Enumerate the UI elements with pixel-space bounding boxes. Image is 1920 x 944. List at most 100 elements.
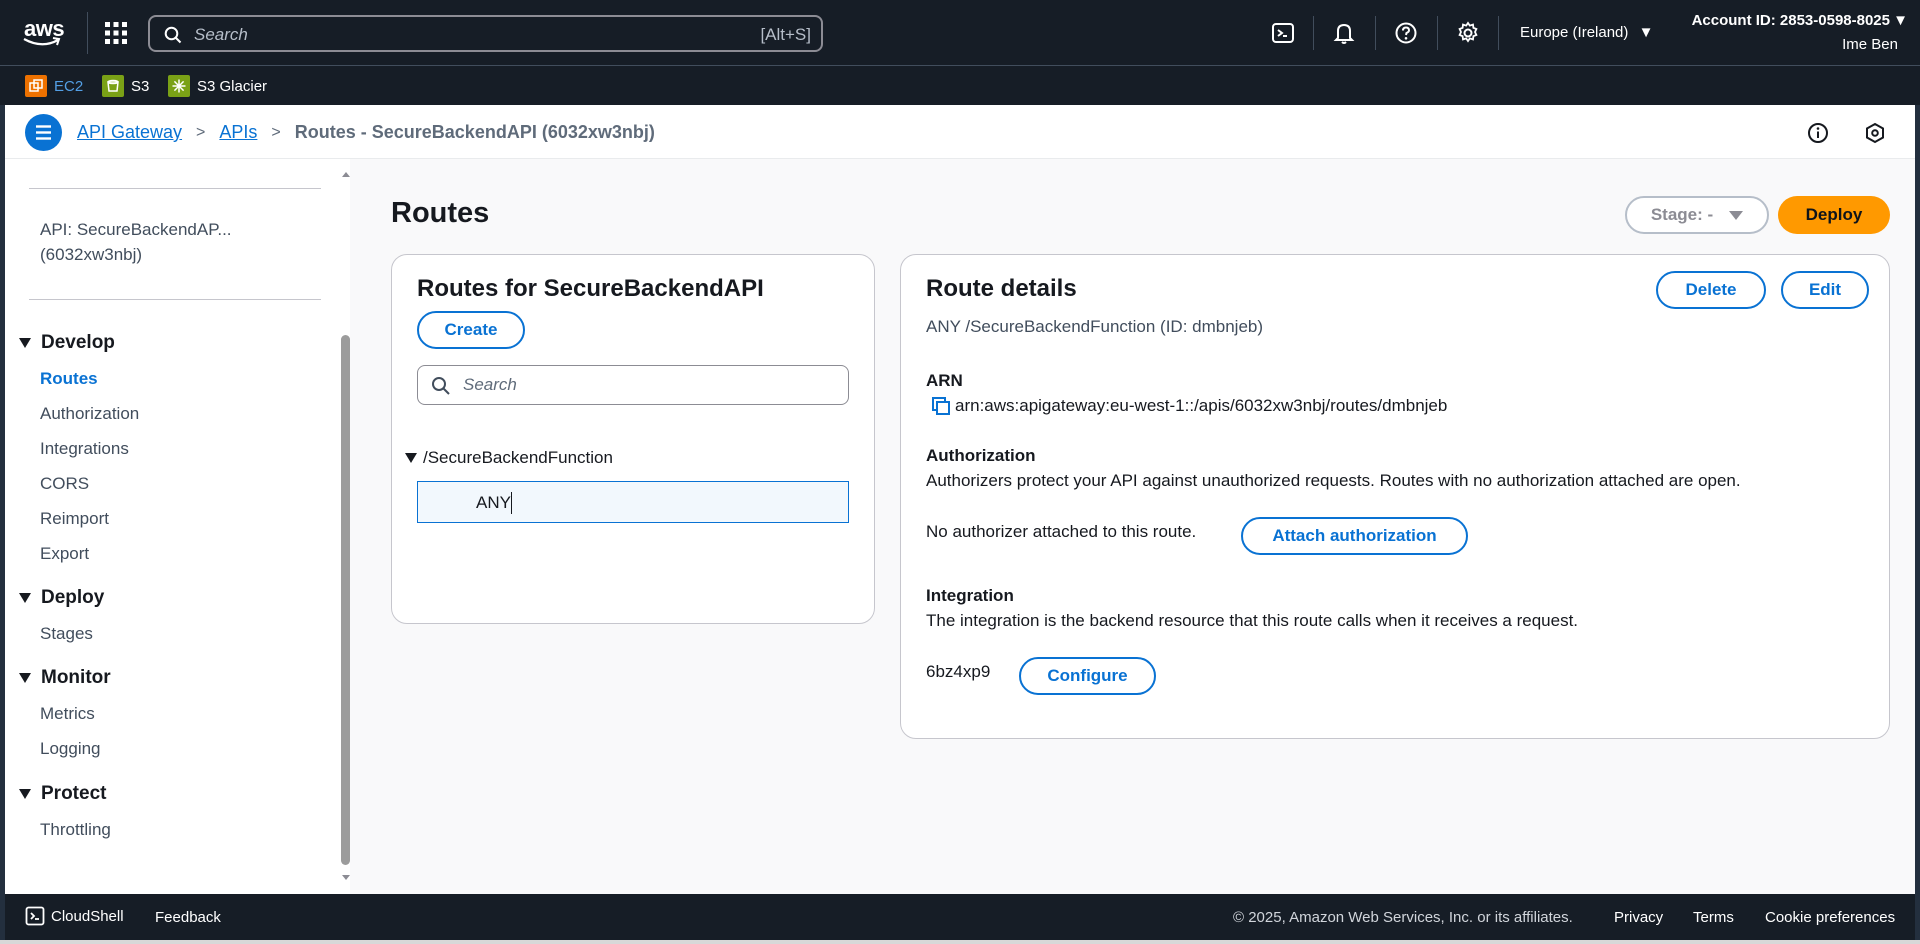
caret-down-icon [19, 789, 31, 799]
side-navigation: API: SecureBackendAP... (6032xw3nbj) Dev… [5, 159, 350, 894]
authorization-status: No authorizer attached to this route. [926, 522, 1197, 541]
ec2-icon [25, 75, 47, 97]
divider [1375, 16, 1376, 50]
services-menu-icon[interactable] [104, 21, 128, 45]
configure-button[interactable]: Configure [1019, 657, 1156, 695]
breadcrumb-api-gateway[interactable]: API Gateway [77, 122, 182, 143]
sidebar-item-authorization[interactable]: Authorization [40, 404, 139, 424]
chevron-down-icon: ▼ [1638, 24, 1654, 41]
section-title: Develop [41, 332, 115, 353]
breadcrumb-apis[interactable]: APIs [219, 122, 257, 143]
info-icon[interactable] [1807, 122, 1829, 144]
sidebar-item-stages[interactable]: Stages [40, 624, 93, 644]
sidebar-item-metrics[interactable]: Metrics [40, 704, 95, 724]
cloudshell-icon [25, 906, 45, 926]
divider [1313, 16, 1314, 50]
s3-icon [102, 75, 124, 97]
bell-icon[interactable] [1332, 21, 1356, 45]
arn-label: ARN [926, 371, 963, 390]
sidebar-item-integrations[interactable]: Integrations [40, 439, 129, 459]
favorites-bar: EC2 S3 S3 Glacier [0, 65, 1920, 105]
copy-icon[interactable] [931, 396, 951, 416]
routes-search-input[interactable]: Search [417, 365, 849, 405]
cloudshell-label: CloudShell [51, 907, 124, 925]
breadcrumb: API Gateway > APIs > Routes - SecureBack… [77, 122, 655, 143]
cloudshell-icon[interactable] [1271, 21, 1295, 45]
global-search-input[interactable]: Search [Alt+S] [148, 15, 823, 52]
chevron-right-icon: > [196, 123, 206, 141]
api-name-line: API: SecureBackendAP... [40, 220, 232, 239]
divider [29, 188, 321, 189]
authorization-description: Authorizers protect your API against una… [926, 471, 1741, 490]
route-summary: ANY /SecureBackendFunction (ID: dmbnjeb) [926, 317, 1264, 336]
footer: CloudShell Feedback © 2025, Amazon Web S… [5, 894, 1915, 940]
favorite-ec2[interactable]: EC2 [25, 75, 83, 97]
edit-button[interactable]: Edit [1781, 271, 1869, 309]
caret-down-icon [19, 593, 31, 603]
sidebar-item-reimport[interactable]: Reimport [40, 509, 109, 529]
section-protect[interactable]: Protect [19, 783, 106, 805]
caret-down-icon [405, 453, 417, 463]
privacy-link[interactable]: Privacy [1614, 909, 1663, 926]
route-method-item[interactable]: ANY [417, 481, 849, 523]
terms-link[interactable]: Terms [1693, 909, 1734, 926]
page-title: Routes [391, 197, 490, 229]
route-resource-node[interactable]: /SecureBackendFunction [405, 448, 613, 468]
integration-description: The integration is the backend resource … [926, 611, 1579, 630]
caret-down-icon [1729, 210, 1744, 220]
sidebar-item-cors[interactable]: CORS [40, 474, 89, 494]
search-icon [164, 26, 182, 44]
side-navigation-toggle[interactable] [25, 114, 62, 151]
feedback-link[interactable]: Feedback [155, 909, 221, 926]
routes-panel: Routes for SecureBackendAPI Create Searc… [391, 254, 875, 624]
authorization-label: Authorization [926, 446, 1036, 465]
attach-authorization-button[interactable]: Attach authorization [1241, 517, 1468, 555]
section-deploy[interactable]: Deploy [19, 587, 104, 609]
aws-logo[interactable]: aws [22, 16, 66, 48]
caret-down-icon [19, 673, 31, 683]
favorite-label: S3 [131, 77, 150, 95]
api-name[interactable]: API: SecureBackendAP... (6032xw3nbj) [40, 217, 260, 267]
account-menu[interactable]: Account ID: 2853-0598-8025 ▼ [1692, 12, 1908, 29]
divider [87, 12, 88, 54]
sidebar-item-export[interactable]: Export [40, 544, 89, 564]
deploy-button[interactable]: Deploy [1778, 196, 1890, 234]
aws-smile-icon [23, 37, 61, 46]
sidebar-item-routes[interactable]: Routes [40, 369, 98, 389]
route-resource-path: /SecureBackendFunction [423, 448, 613, 467]
user-name: Ime Ben [1842, 36, 1898, 53]
snowflake-icon [168, 75, 190, 97]
delete-button[interactable]: Delete [1656, 271, 1766, 309]
create-button[interactable]: Create [417, 311, 525, 349]
cookie-preferences-link[interactable]: Cookie preferences [1765, 909, 1895, 926]
search-icon [432, 377, 450, 395]
sidebar-item-throttling[interactable]: Throttling [40, 820, 111, 840]
window-edge [0, 940, 1920, 944]
stage-selector[interactable]: Stage: - [1625, 196, 1769, 234]
copyright: © 2025, Amazon Web Services, Inc. or its… [1233, 909, 1573, 926]
integration-label: Integration [926, 586, 1014, 605]
section-monitor[interactable]: Monitor [19, 667, 111, 689]
search-shortcut: [Alt+S] [760, 25, 811, 44]
search-placeholder: Search [194, 25, 248, 44]
section-title: Monitor [41, 667, 111, 688]
text-cursor [511, 492, 512, 514]
hamburger-icon [36, 125, 51, 140]
gear-icon[interactable] [1456, 21, 1480, 45]
top-navigation: aws Search [Alt+S] Europe (Ireland) ▼ Ac… [0, 0, 1920, 65]
section-develop[interactable]: Develop [19, 332, 115, 354]
region-label: Europe (Ireland) [1520, 24, 1629, 41]
sidebar-item-logging[interactable]: Logging [40, 739, 101, 759]
scrollbar-thumb[interactable] [341, 335, 350, 865]
favorite-s3-glacier[interactable]: S3 Glacier [168, 75, 267, 97]
search-placeholder: Search [463, 375, 517, 394]
region-selector[interactable]: Europe (Ireland) ▼ [1520, 24, 1653, 41]
caret-down-icon [19, 338, 31, 348]
favorite-s3[interactable]: S3 [102, 75, 149, 97]
settings-hexagon-icon[interactable] [1864, 122, 1886, 144]
favorite-label: S3 Glacier [197, 77, 268, 95]
cloudshell-link[interactable]: CloudShell [25, 906, 124, 926]
route-details-title: Route details [926, 275, 1077, 302]
breadcrumb-bar: API Gateway > APIs > Routes - SecureBack… [5, 105, 1915, 159]
help-icon[interactable] [1394, 21, 1418, 45]
